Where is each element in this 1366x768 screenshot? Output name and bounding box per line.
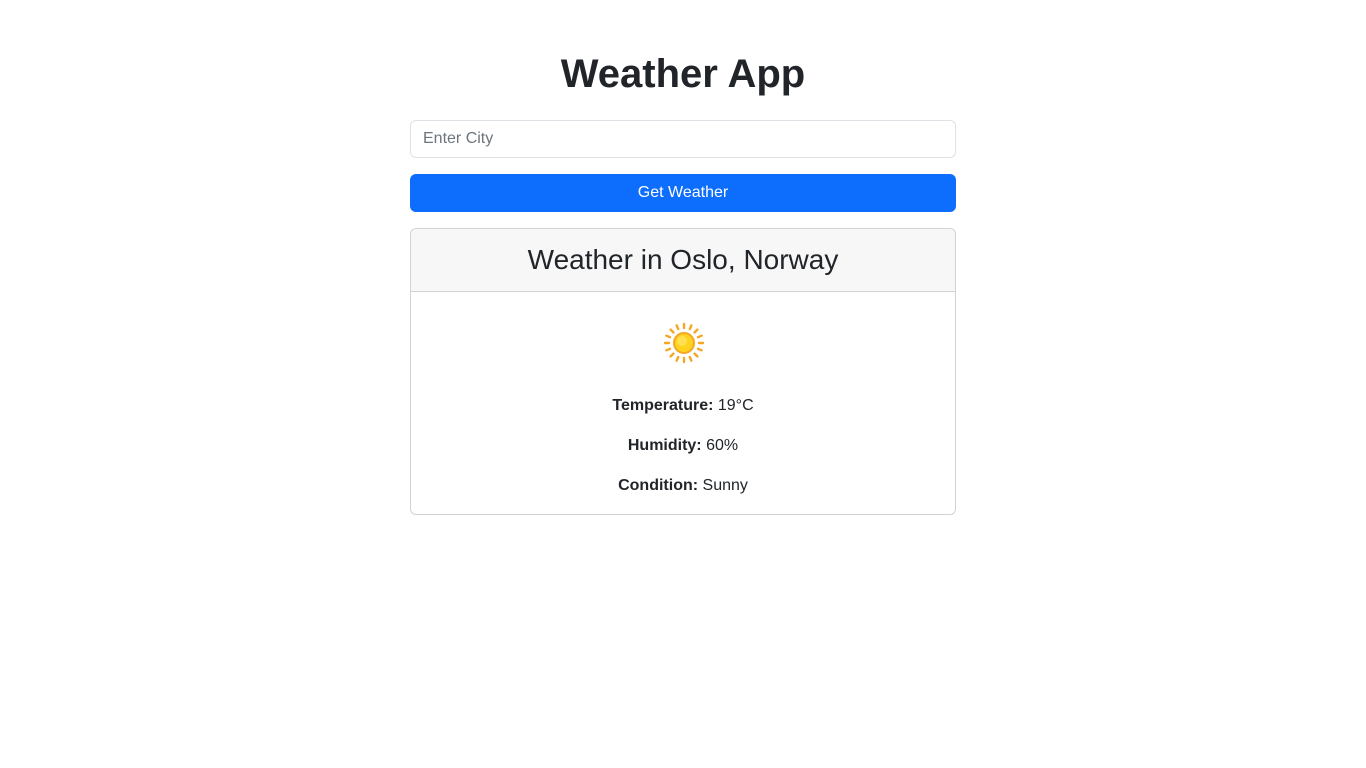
- temperature-row: Temperature: 19°C: [411, 396, 955, 416]
- weather-heading: Weather in Oslo, Norway: [527, 244, 839, 275]
- humidity-row: Humidity: 60%: [411, 436, 955, 456]
- temperature-value: 19°C: [717, 397, 754, 414]
- get-weather-button[interactable]: Get Weather: [410, 174, 956, 212]
- page-title: Weather App: [560, 52, 806, 96]
- sun-icon: [663, 322, 705, 364]
- condition-row: Condition: Sunny: [411, 476, 955, 496]
- weather-card: Weather in Oslo, Norway Temperature: 19°…: [410, 228, 956, 515]
- humidity-label: Humidity:: [627, 437, 702, 454]
- condition-value: Sunny: [702, 477, 748, 494]
- humidity-value: 60%: [706, 437, 739, 454]
- weather-card-header: Weather in Oslo, Norway: [411, 229, 955, 292]
- city-search-input[interactable]: [410, 120, 956, 158]
- condition-label: Condition:: [618, 477, 699, 494]
- temperature-label: Temperature:: [612, 397, 714, 414]
